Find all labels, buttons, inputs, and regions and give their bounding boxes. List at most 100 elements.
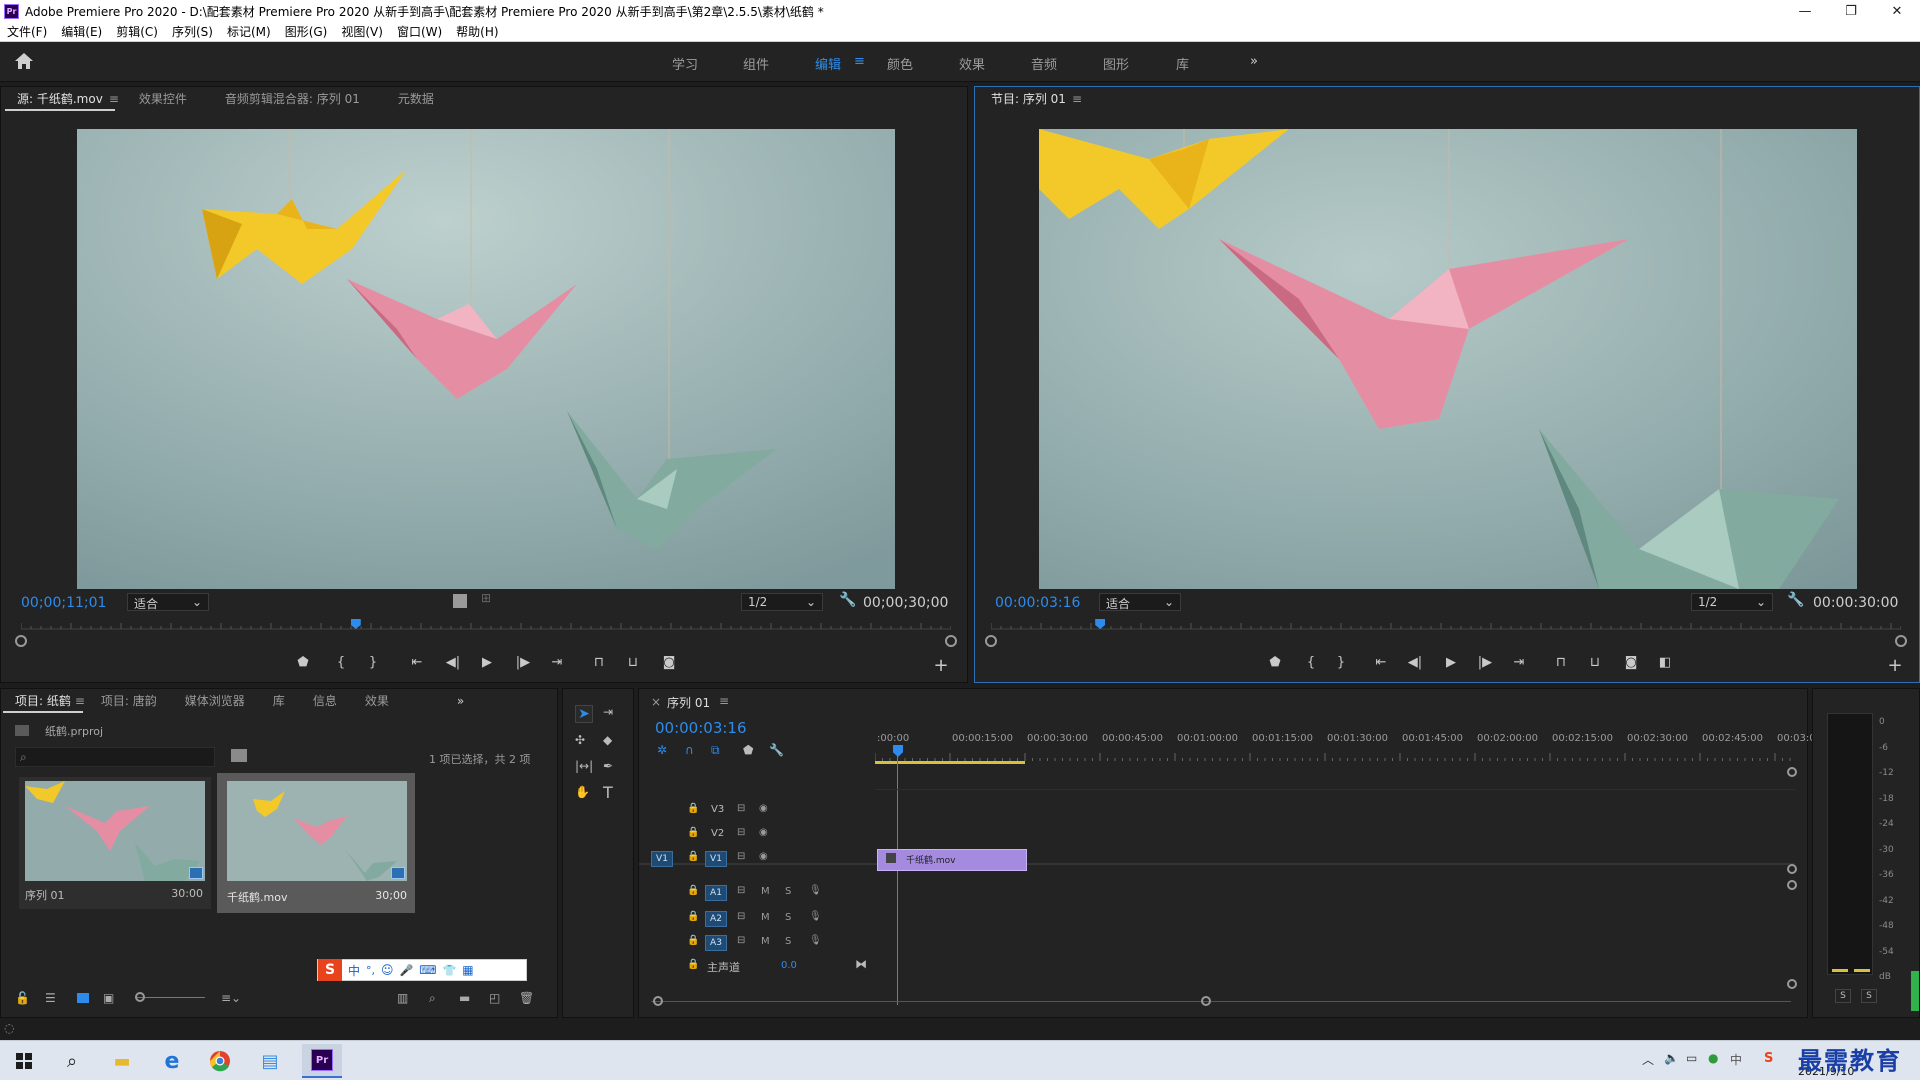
zoom-handle-right[interactable]	[1895, 635, 1907, 647]
track-target-v1[interactable]: V1	[705, 851, 727, 867]
timeline-timecode[interactable]: 00:00:03:16	[655, 719, 747, 737]
workspace-menu-icon[interactable]: ≡	[854, 54, 865, 69]
ime-toolbar[interactable]: S 中 °, ☺ 🎤 ⌨ 👕 ▦	[317, 959, 527, 981]
lift-icon[interactable]: ⊓	[1551, 655, 1571, 670]
security-icon[interactable]: ●	[1708, 1051, 1718, 1065]
clear-trash-icon[interactable]: 🗑	[519, 991, 534, 1005]
mark-out-icon[interactable]: }	[363, 655, 383, 670]
source-resolution-dropdown[interactable]: 1/2 ⌄	[741, 593, 823, 611]
panel-menu-icon[interactable]: ≡	[1072, 92, 1082, 106]
menu-file[interactable]: 文件(F)	[0, 23, 54, 40]
workspace-libraries[interactable]: 库	[1176, 54, 1189, 73]
ime-punctuation[interactable]: °,	[366, 964, 375, 977]
lock-icon[interactable]: 🔒	[687, 911, 699, 922]
source-patch-v1[interactable]: V1	[651, 851, 673, 867]
menu-window[interactable]: 窗口(W)	[390, 23, 449, 40]
program-resolution-dropdown[interactable]: 1/2 ⌄	[1691, 593, 1773, 611]
camera-icon[interactable]: ◙	[659, 655, 679, 670]
go-to-out-icon[interactable]: ⇥	[1509, 655, 1529, 670]
ime-voice-icon[interactable]: 🎤	[400, 964, 414, 977]
sogou-tray-icon[interactable]: S	[1764, 1051, 1773, 1066]
menu-graphics[interactable]: 图形(G)	[278, 23, 335, 40]
mark-out-icon[interactable]: }	[1331, 655, 1351, 670]
tab-source[interactable]: 源: 千纸鹤.mov	[5, 87, 115, 111]
tab-effects[interactable]: 效果	[353, 689, 401, 713]
hand-tool-icon[interactable]: ✋	[575, 785, 590, 799]
close-button[interactable]: ✕	[1874, 0, 1920, 22]
type-tool-icon[interactable]: T	[603, 783, 613, 802]
workspace-assembly[interactable]: 组件	[743, 54, 769, 73]
photos-app-icon[interactable]: ▤	[256, 1047, 284, 1075]
eye-icon[interactable]: ◉	[759, 827, 768, 838]
workspace-learn[interactable]: 学习	[672, 54, 698, 73]
wrench-icon[interactable]: 🔧	[839, 592, 856, 608]
sync-lock-icon[interactable]: ⊟	[737, 885, 745, 896]
panel-menu-icon[interactable]: ≡	[109, 92, 119, 106]
find-icon[interactable]: ⌕	[429, 991, 436, 1006]
workspace-audio[interactable]: 音频	[1031, 54, 1057, 73]
step-forward-icon[interactable]: |▶	[513, 655, 533, 670]
sync-lock-icon[interactable]: ⊟	[737, 911, 745, 922]
panel-menu-icon[interactable]: ≡	[75, 694, 85, 708]
microphone-icon[interactable]: 🎙	[809, 885, 822, 896]
go-to-end-icon[interactable]: ⧓	[855, 957, 867, 971]
solo-right-button[interactable]: S	[1861, 989, 1877, 1003]
sort-icon[interactable]: ≡⌄	[221, 991, 241, 1005]
ime-skin-icon[interactable]: 👕	[443, 964, 457, 977]
slip-tool-icon[interactable]: |↔|	[575, 759, 593, 773]
tab-project-tangyun[interactable]: 项目: 唐韵	[89, 689, 169, 713]
zoom-handle-right[interactable]	[945, 635, 957, 647]
scroll-handle-right[interactable]	[1201, 996, 1211, 1006]
mute-button[interactable]: M	[761, 886, 770, 897]
source-timecode[interactable]: 00;00;11;01	[21, 595, 106, 611]
scroll-handle-left[interactable]	[653, 996, 663, 1006]
ime-toolbox-icon[interactable]: ▦	[462, 963, 473, 977]
comparison-view-icon[interactable]: ◧	[1655, 655, 1675, 670]
mute-button[interactable]: M	[761, 912, 770, 923]
wrench-icon[interactable]: 🔧	[1787, 592, 1804, 608]
track-target-a3[interactable]: A3	[705, 935, 727, 951]
solo-button[interactable]: S	[785, 936, 791, 947]
scroll-handle[interactable]	[1787, 864, 1797, 874]
play-icon[interactable]: ▶	[1441, 655, 1461, 670]
automate-to-sequence-icon[interactable]: ▥	[397, 991, 408, 1005]
selection-tool-icon[interactable]: ➤	[575, 705, 593, 723]
edge-icon[interactable]: e	[158, 1047, 186, 1075]
list-view-icon[interactable]: ☰	[45, 991, 56, 1005]
lock-icon[interactable]: 🔒	[687, 803, 699, 814]
go-to-in-icon[interactable]: ⇤	[407, 655, 427, 670]
sync-lock-icon[interactable]: ⊟	[737, 935, 745, 946]
program-fit-dropdown[interactable]: 适合 ⌄	[1099, 593, 1181, 611]
project-item-clip[interactable]: 千纸鹤.mov 30;00	[217, 773, 415, 913]
workspace-more-icon[interactable]: »	[1250, 54, 1258, 69]
menu-sequence[interactable]: 序列(S)	[165, 23, 220, 40]
horizontal-scrollbar[interactable]	[651, 1001, 1791, 1002]
menu-view[interactable]: 视图(V)	[334, 23, 390, 40]
close-icon[interactable]: ×	[651, 695, 661, 709]
solo-button[interactable]: S	[785, 912, 791, 923]
freeform-view-icon[interactable]: ▣	[103, 991, 114, 1005]
tab-effect-controls[interactable]: 效果控件	[127, 87, 199, 111]
track-target-a1[interactable]: A1	[705, 885, 727, 901]
network-icon[interactable]: ▭	[1686, 1051, 1697, 1065]
icon-view-icon[interactable]	[77, 993, 89, 1003]
new-item-icon[interactable]: ◰	[489, 991, 500, 1005]
ime-keyboard-icon[interactable]: ⌨	[419, 963, 436, 977]
workspace-color[interactable]: 颜色	[887, 54, 913, 73]
file-explorer-icon[interactable]: ▬	[108, 1047, 136, 1075]
eye-icon[interactable]: ◉	[759, 803, 768, 814]
timeline-clip[interactable]: 千纸鹤.mov	[877, 849, 1027, 871]
workspace-effects[interactable]: 效果	[959, 54, 985, 73]
zoom-handle-left[interactable]	[985, 635, 997, 647]
home-icon[interactable]	[14, 52, 36, 72]
tab-metadata[interactable]: 元数据	[386, 87, 446, 111]
snap-icon[interactable]: ∩	[685, 743, 694, 757]
scroll-handle[interactable]	[1787, 880, 1797, 890]
go-to-in-icon[interactable]: ⇤	[1371, 655, 1391, 670]
windows-start-icon[interactable]	[10, 1047, 38, 1075]
project-item-sequence[interactable]: 序列 01 30:00	[19, 777, 211, 909]
eye-icon[interactable]: ◉	[759, 851, 768, 862]
workspace-editing[interactable]: 编辑	[815, 54, 841, 73]
extract-icon[interactable]: ⊔	[1585, 655, 1605, 670]
program-scrub-bar[interactable]	[990, 617, 1902, 637]
